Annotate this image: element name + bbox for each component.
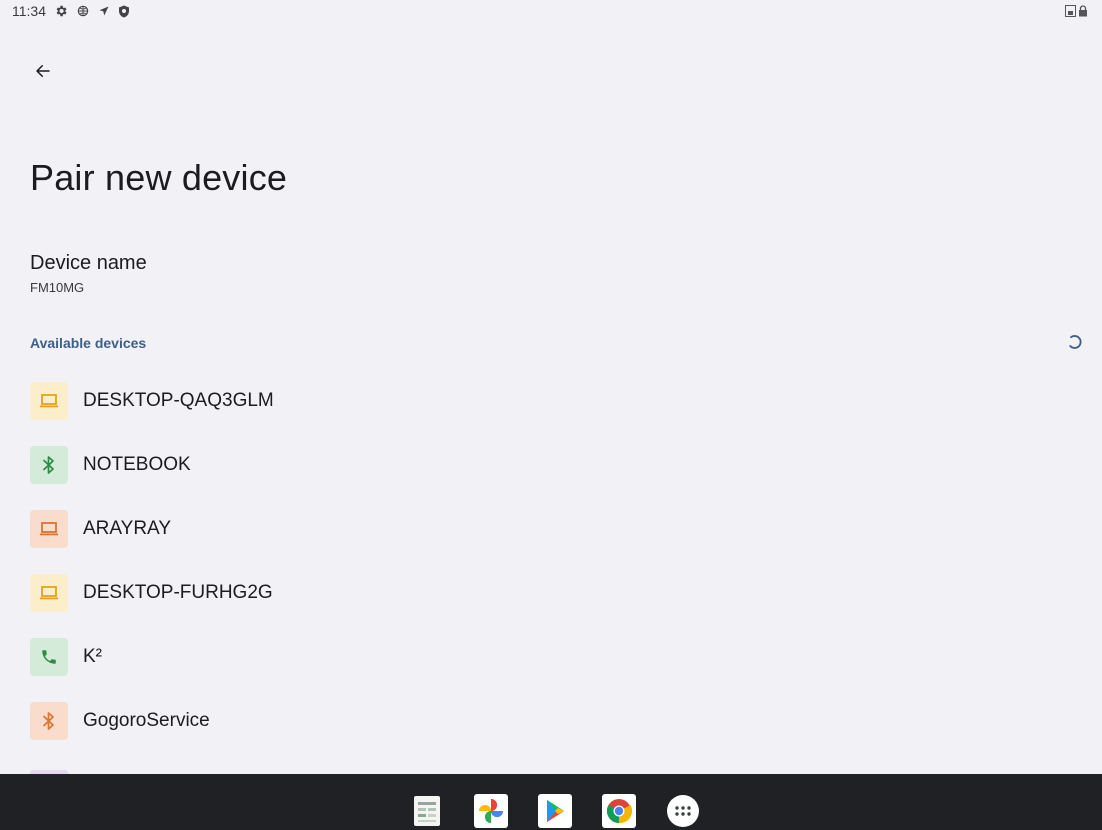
laptop-icon bbox=[30, 510, 68, 548]
device-label: ARAYRAY bbox=[83, 518, 171, 539]
device-label: GogoroService bbox=[83, 710, 210, 731]
location-arrow-icon bbox=[98, 5, 110, 17]
device-item[interactable]: GogoroService bbox=[30, 702, 1080, 766]
device-item[interactable]: DESKTOP-QAQ3GLM bbox=[30, 382, 1080, 446]
laptop-icon bbox=[30, 382, 68, 420]
device-item[interactable]: ARAYRAY bbox=[30, 510, 1080, 574]
available-devices-header: Available devices bbox=[30, 335, 147, 351]
vpn-globe-icon bbox=[76, 4, 90, 18]
device-label: DESKTOP-QAQ3GLM bbox=[83, 390, 274, 411]
device-label: NOTEBOOK bbox=[83, 454, 191, 475]
bluetooth-icon bbox=[30, 702, 68, 740]
page-title: Pair new device bbox=[30, 157, 288, 198]
play-store-app-icon[interactable] bbox=[536, 792, 574, 830]
device-label: K² bbox=[83, 646, 102, 667]
device-name-title: Device name bbox=[30, 252, 147, 274]
device-name-value: FM10MG bbox=[30, 280, 85, 295]
status-bar: 11:34 bbox=[0, 0, 1102, 24]
available-devices-list: DESKTOP-QAQ3GLM NOTEBOOK ARAYRAY DESKTOP… bbox=[30, 382, 1080, 766]
progress-spinner-icon bbox=[1069, 335, 1082, 349]
app-launcher-icon[interactable] bbox=[664, 792, 702, 830]
phone-icon bbox=[30, 638, 68, 676]
arrow-back-icon bbox=[36, 65, 50, 77]
settings-icon bbox=[54, 4, 68, 18]
laptop-icon bbox=[30, 574, 68, 612]
device-label: DESKTOP-FURHG2G bbox=[83, 582, 273, 603]
sim-icon bbox=[1065, 4, 1076, 22]
chrome-app-icon[interactable] bbox=[600, 792, 638, 830]
shield-icon bbox=[118, 5, 130, 18]
lock-icon bbox=[1078, 4, 1088, 22]
device-name-setting[interactable]: Device name FM10MG bbox=[30, 252, 147, 295]
device-item[interactable]: K² bbox=[30, 638, 1080, 702]
taskbar bbox=[0, 774, 1102, 830]
status-time: 11:34 bbox=[12, 3, 46, 19]
photos-app-icon[interactable] bbox=[472, 792, 510, 830]
device-item[interactable]: DESKTOP-FURHG2G bbox=[30, 574, 1080, 638]
bluetooth-icon bbox=[30, 446, 68, 484]
sheets-app-icon[interactable] bbox=[408, 792, 446, 830]
back-button[interactable] bbox=[30, 58, 56, 84]
device-item[interactable]: NOTEBOOK bbox=[30, 446, 1080, 510]
